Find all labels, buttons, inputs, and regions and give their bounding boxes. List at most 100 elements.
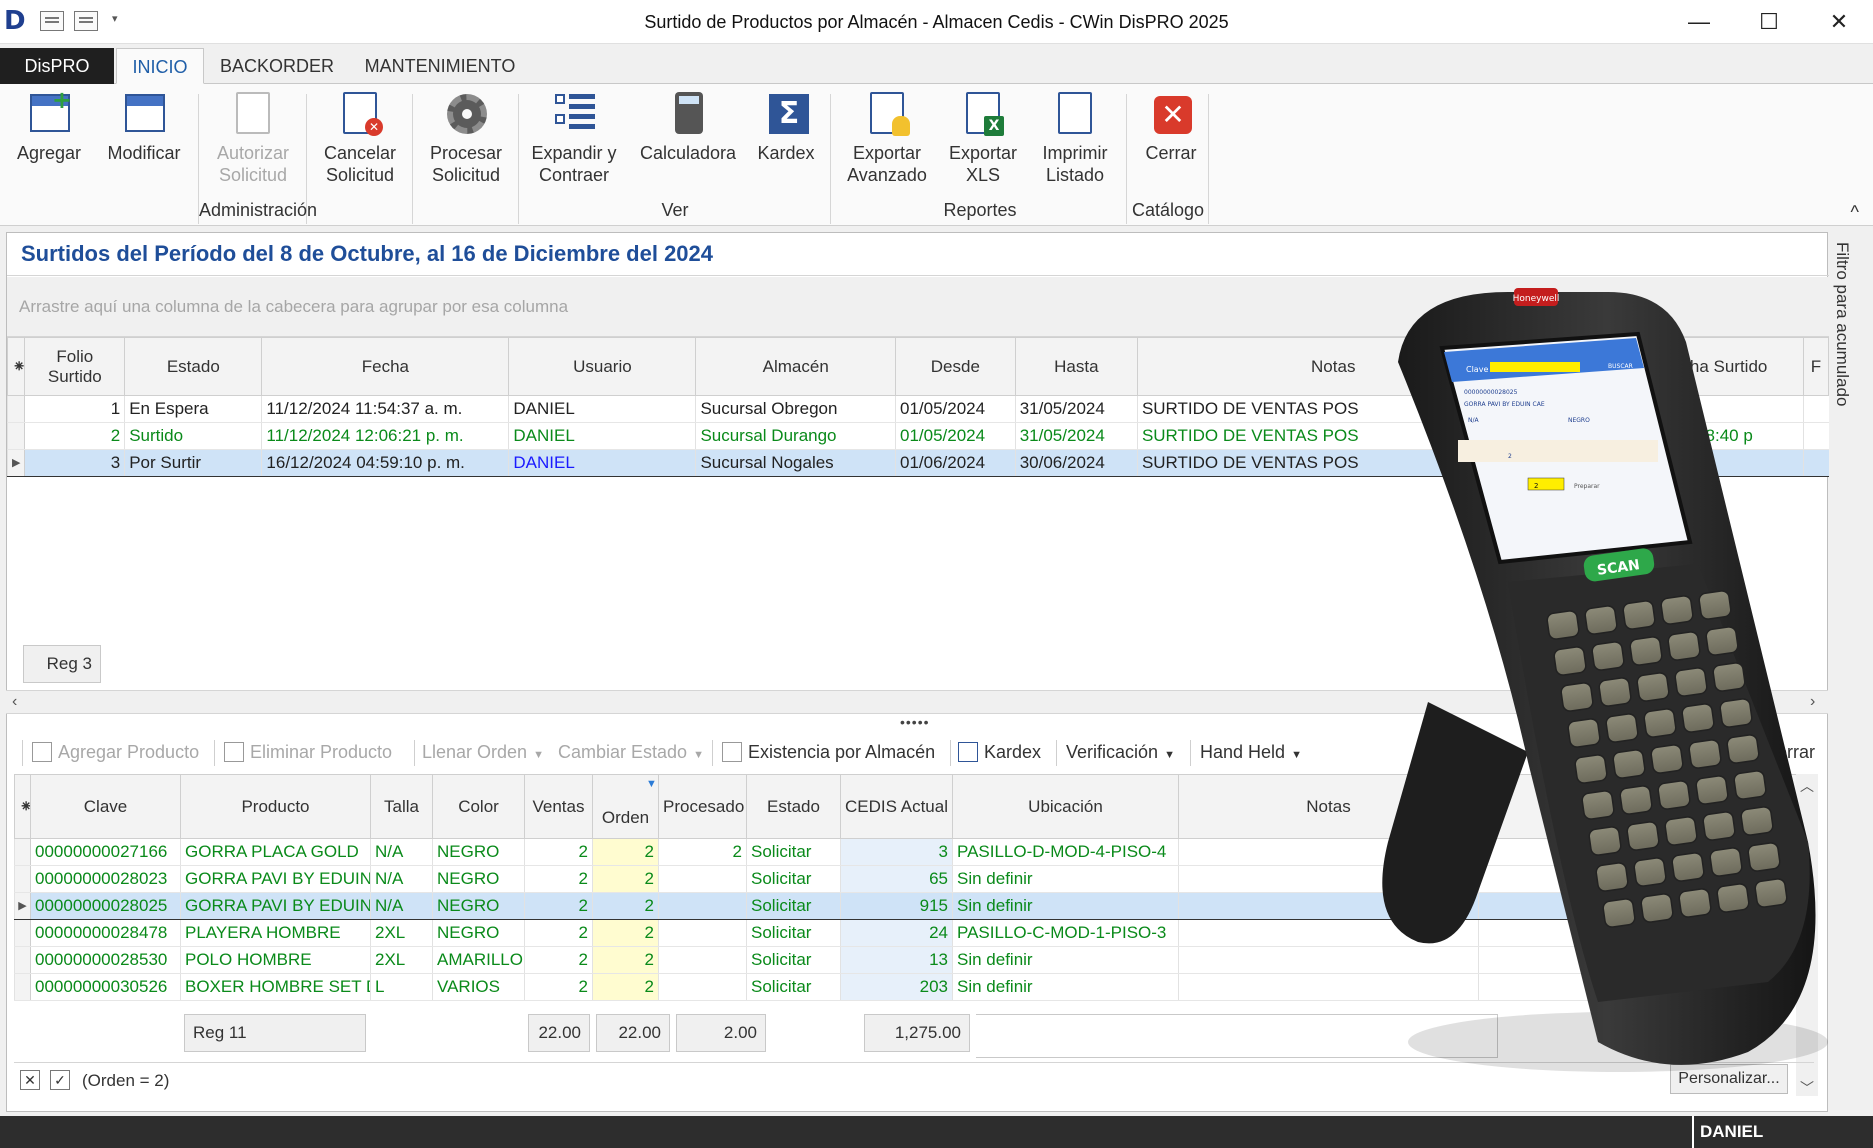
cerrar-button[interactable]: ✕ Cerrar [1134,90,1208,200]
collapse-ribbon-icon[interactable]: ^ [1851,202,1859,223]
column-ventas[interactable]: Ventas [524,774,593,839]
keypad-key[interactable] [1681,703,1715,733]
keypad-key[interactable] [1678,888,1712,918]
column-talla[interactable]: Talla [370,774,433,839]
keypad-key[interactable] [1553,646,1587,676]
keypad-key[interactable] [1636,672,1670,702]
keypad-key[interactable] [1595,862,1629,892]
cancelar-solicitud-button[interactable]: ✕ Cancelar Solicitud [314,90,406,200]
autorizar-solicitud-button[interactable]: Autorizar Solicitud [206,90,300,200]
keypad-key[interactable] [1605,713,1639,743]
agregar-producto-button[interactable]: Agregar Producto [32,734,199,770]
procesar-solicitud-button[interactable]: Procesar Solicitud [420,90,512,200]
verificacion-dropdown[interactable]: Verificación ▼ [1066,734,1175,770]
column-color[interactable]: Color [432,774,525,839]
calculadora-button[interactable]: Calculadora [636,90,740,200]
column-procesado[interactable]: Procesado [658,774,747,839]
expandir-contraer-button[interactable]: Expandir y Contraer [526,90,622,200]
enable-filter-checkbox[interactable]: ✓ [50,1070,70,1090]
keypad-key[interactable] [1640,893,1674,923]
column-cedis-actual[interactable]: CEDIS Actual [840,774,953,839]
tab-backorder[interactable]: BACKORDER [212,48,342,84]
keypad-key[interactable] [1560,682,1594,712]
keypad-key[interactable] [1591,641,1625,671]
exportar-avanzado-button[interactable]: Exportar Avanzado [840,90,934,200]
minimize-button[interactable]: — [1664,0,1734,44]
keypad-key[interactable] [1716,883,1750,913]
keypad-key[interactable] [1698,590,1732,620]
kardex-button[interactable]: Σ Kardex [748,90,824,200]
keypad-key[interactable] [1619,785,1653,815]
column-fecha[interactable]: Fecha [261,337,510,396]
column-estado[interactable]: Estado [746,774,841,839]
scroll-left-icon[interactable]: ‹ [12,691,17,713]
keypad-key[interactable] [1754,878,1788,908]
keypad-key[interactable] [1584,605,1618,635]
keypad-key[interactable] [1574,754,1608,784]
column-desde[interactable]: Desde [894,337,1016,396]
keypad-key[interactable] [1671,852,1705,882]
keypad-key[interactable] [1719,698,1753,728]
keypad-key[interactable] [1546,610,1580,640]
eliminar-producto-button[interactable]: Eliminar Producto [224,734,392,770]
cambiar-estado-dropdown[interactable]: Cambiar Estado ▼ [558,734,704,770]
close-window-button[interactable]: ✕ [1804,0,1873,44]
existencia-almacen-button[interactable]: Existencia por Almacén [722,734,935,770]
column-clave[interactable]: Clave [30,774,181,839]
column-ubicacion[interactable]: Ubicación [952,774,1179,839]
filter-funnel-icon[interactable]: ▼ [646,778,657,790]
filter-expression[interactable]: (Orden = 2) [82,1071,169,1091]
keypad-key[interactable] [1598,677,1632,707]
keypad-key[interactable] [1674,667,1708,697]
keypad-key[interactable] [1695,775,1729,805]
clear-filter-button[interactable]: ✕ [20,1070,40,1090]
keypad-key[interactable] [1660,595,1694,625]
llenar-orden-dropdown[interactable]: Llenar Orden ▼ [422,734,544,770]
keypad-key[interactable] [1622,600,1656,630]
screen-preparar-button[interactable]: Preparar [1574,483,1600,490]
column-orden[interactable]: ▼ Orden [592,774,659,839]
keypad-key[interactable] [1602,898,1636,928]
keypad-key[interactable] [1567,718,1601,748]
keypad-key[interactable] [1650,744,1684,774]
keypad-key[interactable] [1629,636,1663,666]
keypad-key[interactable] [1633,857,1667,887]
keypad-key[interactable] [1612,749,1646,779]
keypad-key[interactable] [1688,739,1722,769]
keypad-key[interactable] [1626,821,1660,851]
keypad-key[interactable] [1657,780,1691,810]
exportar-xls-button[interactable]: X Exportar XLS [944,90,1022,200]
screen-buscar-button[interactable]: BUSCAR [1608,363,1633,370]
keypad-key[interactable] [1643,708,1677,738]
keypad-key[interactable] [1733,770,1767,800]
column-estado[interactable]: Estado [124,337,263,396]
keypad-key[interactable] [1712,662,1746,692]
keypad-key[interactable] [1740,806,1774,836]
screen-qty-input[interactable]: 2 [1534,482,1538,490]
agregar-button[interactable]: + Agregar [10,88,88,200]
maximize-button[interactable]: ☐ [1734,0,1804,44]
keypad-key[interactable] [1667,631,1701,661]
keypad-key[interactable] [1726,734,1760,764]
tab-dispro[interactable]: DisPRO [0,48,114,84]
column-folio[interactable]: Folio Surtido [24,337,126,396]
splitter-handle[interactable]: ••••• [900,714,930,730]
keypad-key[interactable] [1709,847,1743,877]
tab-inicio[interactable]: INICIO [116,48,204,84]
tab-mantenimiento[interactable]: MANTENIMIENTO [350,48,530,84]
remove-product-icon [224,742,244,762]
imprimir-listado-button[interactable]: Imprimir Listado [1032,90,1118,200]
keypad-key[interactable] [1664,816,1698,846]
keypad-key[interactable] [1747,842,1781,872]
modificar-button[interactable]: Modificar [98,90,190,200]
keypad-key[interactable] [1581,790,1615,820]
column-usuario[interactable]: Usuario [508,337,697,396]
column-hasta[interactable]: Hasta [1014,337,1138,396]
column-almacen[interactable]: Almacén [695,337,896,396]
hand-held-dropdown[interactable]: Hand Held ▼ [1200,734,1302,770]
keypad-key[interactable] [1702,811,1736,841]
column-producto[interactable]: Producto [180,774,371,839]
keypad-key[interactable] [1705,626,1739,656]
kardex-detail-button[interactable]: Kardex [958,734,1041,770]
keypad-key[interactable] [1588,826,1622,856]
